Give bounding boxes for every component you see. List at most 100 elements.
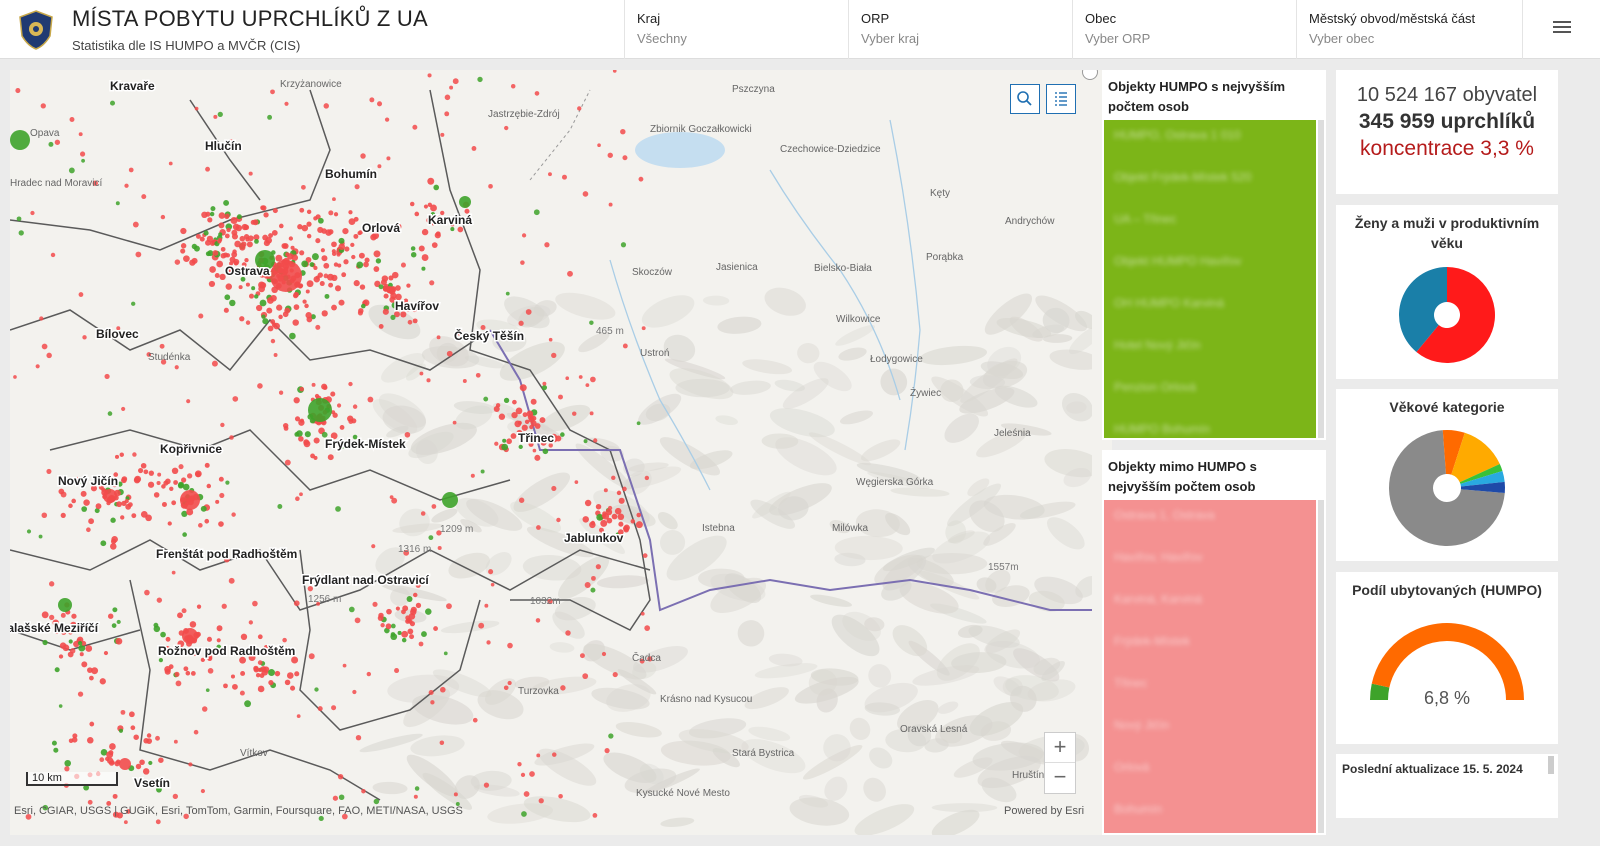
place-label: Opava	[30, 128, 60, 139]
city-label: Hlučín	[205, 139, 242, 153]
gender-pie-chart[interactable]	[1336, 265, 1558, 375]
gauge-card: Podíl ubytovaných (HUMPO) 6,8 %	[1336, 572, 1558, 744]
list-item[interactable]: Objekt HUMPO Havířov	[1104, 246, 1316, 288]
filter-obec-value[interactable]: Vyber ORP	[1085, 31, 1300, 46]
list-item[interactable]: Hotel Nový Jičín	[1104, 330, 1316, 372]
page-subtitle: Statistika dle IS HUMPO a MVČR (CIS)	[72, 38, 301, 53]
age-pie-chart[interactable]	[1336, 425, 1558, 555]
last-update-text: Poslední aktualizace 15. 5. 2024	[1342, 762, 1523, 776]
filter-mestsky-obvod[interactable]: Městský obvod/městská část Vyber obec	[1296, 0, 1522, 59]
city-label: Orlová	[362, 221, 400, 235]
place-label: Kęty	[930, 188, 950, 199]
update-card: Poslední aktualizace 15. 5. 2024	[1336, 754, 1558, 818]
age-chart-card: Věkové kategorie	[1336, 389, 1558, 561]
map-view[interactable]: Kravaře Hlučín Bohumín Orlová Karviná Ostrava…	[10, 70, 1112, 835]
city-label: Valašské Meziříčí	[10, 621, 99, 635]
legend-icon[interactable]	[1046, 84, 1076, 114]
city-label: Ostrava	[225, 264, 270, 278]
place-label: Studénka	[148, 352, 191, 363]
city-label: Třinec	[518, 431, 554, 445]
list-item[interactable]: Třinec	[1104, 668, 1316, 710]
city-label: Karviná	[428, 213, 472, 227]
reservoir-lake	[635, 132, 725, 168]
filter-obec[interactable]: Obec Vyber ORP	[1072, 0, 1300, 59]
non-humpo-list[interactable]: Ostrava 1, Ostrava Havířov, Havířov Karvin…	[1104, 500, 1316, 833]
place-label: Oravská Lesná	[900, 724, 968, 735]
gauge-title: Podíl ubytovaných (HUMPO)	[1352, 582, 1542, 598]
place-label: Krzyżanowice	[280, 79, 342, 90]
place-label: Ustroń	[640, 348, 669, 359]
place-label: Porąbka	[926, 252, 964, 263]
elevation-label: 1316 m	[398, 544, 431, 555]
list-item[interactable]: Bohumín	[1104, 794, 1316, 833]
list-item[interactable]: Ostrava 1, Ostrava	[1104, 500, 1316, 542]
filter-mestsky-obvod-label: Městský obvod/městská část	[1309, 11, 1476, 26]
elevation-label: 1032m	[530, 596, 561, 607]
powered-by-esri[interactable]: Powered by Esri	[1004, 805, 1084, 817]
list-item[interactable]: HUMPO Bohumín	[1104, 414, 1316, 438]
city-label: Bílovec	[96, 327, 139, 341]
zoom-in-button[interactable]: +	[1045, 733, 1075, 763]
header-divider	[1522, 0, 1523, 59]
list-item[interactable]: Penzion Orlová	[1104, 372, 1316, 414]
humpo-list-scrollbar[interactable]	[1318, 120, 1324, 438]
filter-obec-label: Obec	[1085, 11, 1117, 26]
city-label: Frenštát pod Radhoštěm	[156, 547, 297, 561]
place-label: Jeleśnia	[994, 428, 1031, 439]
non-humpo-list-scrollbar[interactable]	[1318, 500, 1324, 833]
place-label: Żywiec	[910, 386, 941, 399]
fullscreen-icon[interactable]	[1082, 70, 1098, 80]
list-item[interactable]: Frýdek-Místek	[1104, 626, 1316, 668]
filter-kraj-label: Kraj	[637, 11, 661, 26]
list-item[interactable]: OH HUMPO Karviná	[1104, 288, 1316, 330]
elevation-label: 1557m	[988, 562, 1019, 573]
elevation-label: 1209 m	[440, 524, 473, 535]
humpo-list[interactable]: HUMPO, Ostrava 1 010 Objekt Frýdek-Místek…	[1104, 120, 1316, 438]
gauge-value: 6,8 %	[1423, 688, 1471, 708]
place-label: Vítkov	[240, 748, 268, 759]
city-label: Havířov	[395, 299, 439, 313]
update-scrollbar[interactable]	[1548, 756, 1554, 774]
list-item[interactable]: Nový Jičín	[1104, 710, 1316, 752]
place-label: Jasienica	[716, 262, 758, 273]
list-item[interactable]: Havířov, Havířov	[1104, 542, 1316, 584]
list-item[interactable]: Orlová	[1104, 752, 1316, 794]
place-label: Milówka	[832, 523, 869, 534]
city-label: Český Těšín	[454, 328, 524, 343]
place-label: Jastrzębie-Zdrój	[488, 109, 560, 120]
filter-kraj[interactable]: Kraj Všechny	[624, 0, 852, 59]
city-label: Kopřivnice	[160, 442, 222, 456]
filter-orp-value[interactable]: Vyber kraj	[861, 31, 1076, 46]
hamburger-menu-icon[interactable]	[1550, 18, 1574, 42]
city-label: Rožnov pod Radhoštěm	[158, 644, 295, 658]
filter-kraj-value[interactable]: Všechny	[637, 31, 852, 46]
filter-orp[interactable]: ORP Vyber kraj	[848, 0, 1076, 59]
city-label: Nový Jičín	[58, 474, 118, 488]
place-label: Węgierska Górka	[856, 477, 934, 488]
zoom-out-button[interactable]: −	[1045, 763, 1075, 793]
concentration-stat: koncentrace 3,3 %	[1360, 137, 1534, 160]
place-label: Turzovka	[518, 686, 559, 697]
stats-card: 10 524 167 obyvatel 345 959 uprchlíků ko…	[1336, 70, 1558, 194]
place-label: Pszczyna	[732, 84, 775, 95]
city-label: Frýdlant nad Ostravicí	[302, 573, 429, 587]
place-label: Krásno nad Kysucou	[660, 694, 752, 705]
list-item[interactable]: Karviná, Karviná	[1104, 584, 1316, 626]
place-label: Łodygowice	[870, 354, 923, 365]
search-icon[interactable]	[1010, 84, 1040, 114]
filter-mestsky-obvod-value[interactable]: Vyber obec	[1309, 31, 1522, 46]
place-label: Andrychów	[1005, 216, 1055, 227]
place-label: Hradec nad Moravicí	[10, 178, 102, 189]
city-label: Vsetín	[134, 776, 170, 790]
place-label: Čadca	[632, 651, 661, 664]
zoom-controls: + −	[1044, 732, 1076, 794]
place-label: Zbiornik Goczałkowicki	[650, 124, 752, 135]
place-label: Kysucké Nové Mesto	[636, 788, 730, 799]
list-item[interactable]: HUMPO, Ostrava 1 010	[1104, 120, 1316, 162]
elevation-label: 1256 m	[308, 594, 341, 605]
region-border	[529, 89, 591, 181]
list-item[interactable]: Objekt Frýdek-Místek 520	[1104, 162, 1316, 204]
terrain-shading	[359, 287, 1092, 835]
list-item[interactable]: UA – Třinec	[1104, 204, 1316, 246]
map-canvas[interactable]: Kravaře Hlučín Bohumín Orlová Karviná Ostrava…	[10, 70, 1092, 835]
